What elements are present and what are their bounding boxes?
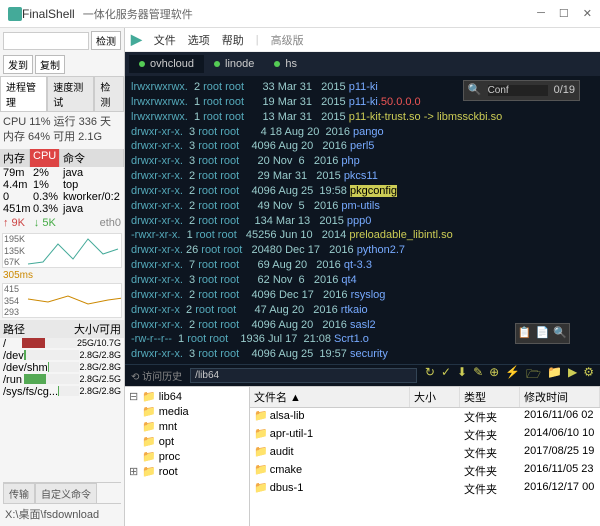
- tree-item[interactable]: 📁media: [127, 404, 247, 419]
- tree-item[interactable]: 📁opt: [127, 434, 247, 449]
- disk-row[interactable]: /dev2.8G/2.8G: [0, 350, 124, 362]
- tab-custom[interactable]: 自定义命令: [35, 483, 97, 503]
- col-cmd[interactable]: 命令: [60, 149, 124, 167]
- fh-type[interactable]: 类型: [460, 387, 520, 407]
- tool-icon-5[interactable]: ⚡: [505, 365, 520, 386]
- term-tab-linode[interactable]: linode: [204, 55, 264, 73]
- tool-icon-8[interactable]: ▶: [568, 365, 577, 386]
- search-input[interactable]: [3, 32, 89, 50]
- zoom-icon[interactable]: 🔍: [553, 326, 567, 341]
- tab-process[interactable]: 进程管理: [0, 76, 47, 111]
- file-row[interactable]: 📁audit文件夹2017/08/25 19: [250, 444, 600, 462]
- proc-row[interactable]: 00.3%kworker/0:2: [0, 191, 124, 203]
- disk-row[interactable]: /run2.8G/2.5G: [0, 374, 124, 386]
- clipboard-tools: 📋 📄 🔍: [515, 323, 570, 344]
- ls-line: drwxr-xr-x. 3 root root 21 Mar 31 2015 s…: [131, 362, 594, 364]
- app-icon: [8, 7, 22, 21]
- term-tab-ovhcloud[interactable]: ovhcloud: [129, 55, 204, 73]
- copy-icon[interactable]: 📋: [518, 326, 532, 341]
- search-count: 0/19: [554, 83, 575, 98]
- ls-line: drwxr-xr-x. 2 root root 29 Mar 31 2015 p…: [131, 169, 594, 184]
- ls-line: drwxr-xr-x. 3 root root 4096 Aug 20 2016…: [131, 139, 594, 154]
- tree-item[interactable]: ⊞📁root: [127, 464, 247, 479]
- send-button[interactable]: 发到: [3, 55, 33, 74]
- col-mem[interactable]: 内存: [0, 149, 30, 167]
- ls-line: drwxr-xr-x. 26 root root 20480 Dec 17 20…: [131, 243, 594, 258]
- app-subtitle: 一体化服务器管理软件: [83, 6, 193, 22]
- mem-status: 内存 64% 可用 2.1G: [3, 130, 121, 145]
- path-input[interactable]: [190, 368, 417, 383]
- tree-item[interactable]: 📁mnt: [127, 419, 247, 434]
- paste-icon[interactable]: 📄: [536, 326, 550, 341]
- tool-icon-7[interactable]: 📁: [547, 365, 562, 386]
- disk-row[interactable]: /25G/10.7G: [0, 338, 124, 350]
- tool-icon-2[interactable]: ⬇: [457, 365, 467, 386]
- ls-line: drwxr-xr-x. 3 root root 62 Nov 6 2016 qt…: [131, 273, 594, 288]
- col-cpu[interactable]: CPU: [30, 149, 60, 167]
- net-up: ↑ 9K: [3, 217, 25, 229]
- file-row[interactable]: 📁dbus-1文件夹2016/12/17 00: [250, 480, 600, 498]
- back-icon[interactable]: ▶: [131, 31, 142, 48]
- tool-icon-3[interactable]: ✎: [473, 365, 483, 386]
- detect-button[interactable]: 检测: [91, 31, 121, 50]
- net-down: ↓ 5K: [34, 217, 56, 229]
- tool-icon-6[interactable]: 🗁: [526, 365, 541, 386]
- menu-help[interactable]: 帮助: [222, 32, 244, 48]
- ls-line: drwxr-xr-x. 3 root root 20 Nov 6 2016 ph…: [131, 154, 594, 169]
- disk-row[interactable]: /sys/fs/cg...2.8G/2.8G: [0, 386, 124, 398]
- ls-line: drwxr-xr-x. 3 root root 4 18 Aug 20 2016…: [131, 125, 594, 140]
- file-row[interactable]: 📁apr-util-1文件夹2014/06/10 10: [250, 426, 600, 444]
- ls-line: drwxr-xr-x. 2 root root 49 Nov 5 2016 pm…: [131, 199, 594, 214]
- tool-icon-4[interactable]: ⊕: [489, 365, 499, 386]
- proc-row[interactable]: 451m0.3%java: [0, 203, 124, 215]
- net-iface: eth0: [100, 217, 121, 229]
- tab-speed[interactable]: 速度测试: [47, 76, 94, 111]
- menu-advanced[interactable]: 高级版: [271, 32, 304, 48]
- latency: 305ms: [0, 270, 124, 281]
- net-chart: 195K 135K 67K: [2, 233, 122, 268]
- term-tab-hs[interactable]: hs: [264, 55, 307, 73]
- app-title: FinalShell: [22, 7, 75, 21]
- proc-row[interactable]: 4.4m1%top: [0, 179, 124, 191]
- local-path: X:\桌面\fsdownload: [3, 504, 121, 524]
- menu-file[interactable]: 文件: [154, 32, 176, 48]
- search-field[interactable]: [488, 85, 548, 96]
- lat-chart: 415 354 293: [2, 283, 122, 318]
- fh-mtime[interactable]: 修改时间: [520, 387, 600, 407]
- proc-row[interactable]: 79m2%java: [0, 167, 124, 179]
- search-icon: 🔍: [468, 83, 482, 98]
- file-row[interactable]: 📁cmake文件夹2016/11/05 23: [250, 462, 600, 480]
- ls-line: drwxr-xr-x 2 root root 47 Aug 20 2016 rt…: [131, 303, 594, 318]
- cpu-status: CPU 11% 运行 336 天: [3, 115, 121, 130]
- tab-detect[interactable]: 检测: [94, 76, 124, 111]
- tab-transfer[interactable]: 传输: [3, 483, 35, 503]
- fh-name[interactable]: 文件名 ▲: [250, 387, 410, 407]
- tool-icon-9[interactable]: ⚙: [583, 365, 594, 386]
- ls-line: drwxr-xr-x. 3 root root 4096 Aug 25 19:5…: [131, 347, 594, 362]
- ls-line: drwxr-xr-x. 7 root root 69 Aug 20 2016 q…: [131, 258, 594, 273]
- ls-line: drwxr-xr-x. 2 root root 4096 Aug 25 19:5…: [131, 184, 594, 199]
- col-path[interactable]: 路径: [3, 321, 74, 337]
- minimize-icon[interactable]: ─: [537, 7, 545, 20]
- tree-item[interactable]: ⊟📁lib64: [127, 389, 247, 404]
- tool-icon-1[interactable]: ✓: [441, 365, 451, 386]
- copy-button[interactable]: 复制: [35, 55, 65, 74]
- disk-row[interactable]: /dev/shm2.8G/2.8G: [0, 362, 124, 374]
- ls-line: drwxr-xr-x. 2 root root 4096 Dec 17 2016…: [131, 288, 594, 303]
- ls-line: -rwxr-xr-x. 1 root root 45256 Jun 10 201…: [131, 228, 594, 243]
- history-button[interactable]: ⟲ 访问历史: [131, 368, 182, 383]
- fh-size[interactable]: 大小: [410, 387, 460, 407]
- terminal-search[interactable]: 🔍 0/19: [463, 80, 580, 101]
- tree-item[interactable]: 📁proc: [127, 449, 247, 464]
- ls-line: drwxr-xr-x. 2 root root 134 Mar 13 2015 …: [131, 214, 594, 229]
- close-icon[interactable]: ✕: [583, 7, 592, 20]
- col-size[interactable]: 大小/可用: [74, 321, 121, 337]
- maximize-icon[interactable]: ☐: [559, 7, 569, 20]
- menu-options[interactable]: 选项: [188, 32, 210, 48]
- file-row[interactable]: 📁alsa-lib文件夹2016/11/06 02: [250, 408, 600, 426]
- ls-line: lrwxrwxrwx. 1 root root 13 Mar 31 2015 p…: [131, 110, 594, 125]
- tool-icon-0[interactable]: ↻: [425, 365, 435, 386]
